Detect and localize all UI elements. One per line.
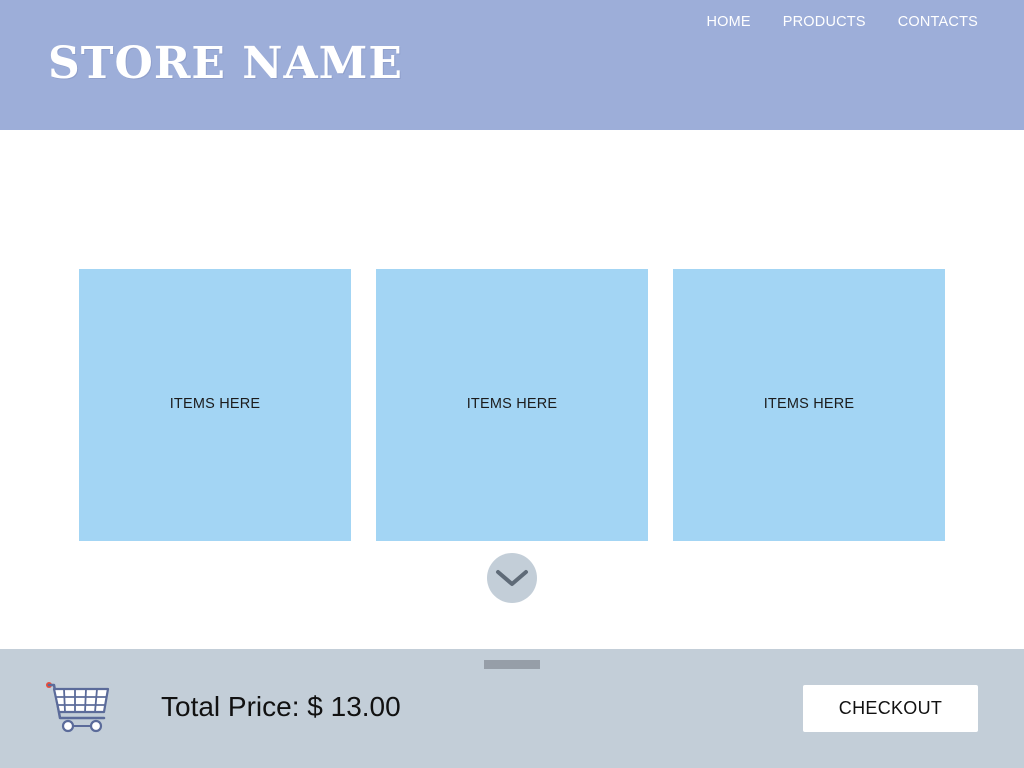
item-tile-label: ITEMS HERE <box>763 396 855 412</box>
total-price-value: $ 13.00 <box>307 691 401 722</box>
store-name-logo: STORE NAME <box>48 38 403 89</box>
nav-products-link[interactable]: PRODUCTS <box>783 13 866 31</box>
checkout-button[interactable]: CHECKOUT <box>803 685 978 732</box>
scroll-down-button[interactable] <box>487 553 537 603</box>
site-header: STORE NAME HOME PRODUCTS CONTACTS <box>0 0 1024 130</box>
nav-contacts-link[interactable]: CONTACTS <box>898 13 978 31</box>
item-tile-1[interactable]: ITEMS HERE <box>79 269 351 541</box>
top-nav: HOME PRODUCTS CONTACTS <box>706 13 978 31</box>
nav-home-link[interactable]: HOME <box>706 13 750 31</box>
item-tile-label: ITEMS HERE <box>169 396 261 412</box>
shopping-cart-icon <box>46 682 110 733</box>
item-tile-2[interactable]: ITEMS HERE <box>376 269 648 541</box>
total-price-label: Total Price: <box>161 691 300 722</box>
item-tile-label: ITEMS HERE <box>466 396 558 412</box>
drawer-drag-handle[interactable] <box>484 660 540 669</box>
item-tile-3[interactable]: ITEMS HERE <box>673 269 945 541</box>
chevron-down-icon <box>496 570 528 586</box>
total-price: Total Price: $ 13.00 <box>161 689 401 725</box>
cart-footer: Total Price: $ 13.00 CHECKOUT <box>0 649 1024 768</box>
